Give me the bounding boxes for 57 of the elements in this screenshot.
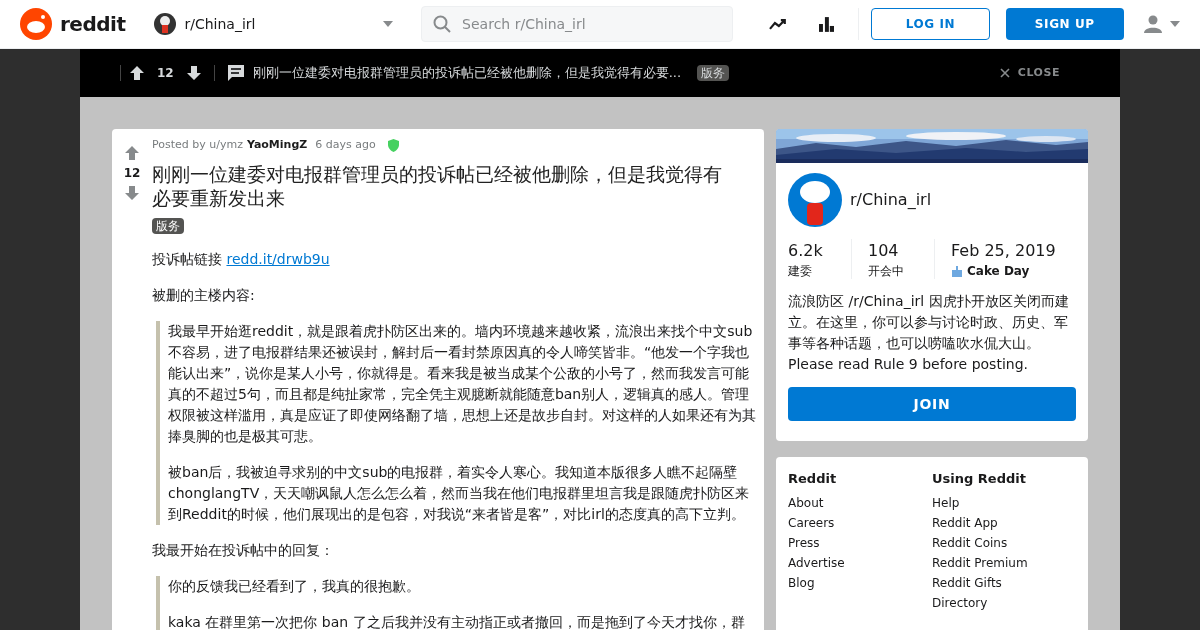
logo-text[interactable]: reddit	[60, 9, 126, 39]
join-button[interactable]: JOIN	[788, 387, 1076, 421]
stat-value: 104	[868, 240, 900, 262]
footer-link[interactable]: Reddit Premium	[932, 552, 1076, 573]
quote-paragraph: 我最早开始逛reddit，就是跟着虎扑防区出来的。墙内环境越来越收紧，流浪出来找个中文sub不容易，进了电报群结果还被误封，解封后一看封禁原因真的令人啼笑皆非。“他发一个字我也能认出来”，说你是某人小号，你就得是。看来我是被当成某个公敌的小号了，然而我发言可能真的不超过5句，而且都是纯扯家常，完全凭主观臆断就能随意ban别人，逻辑真的感人。管理权限被这样滥用，真是应证了即使网络翻了墙，思想上还是故步自封。对这样的人如果还有为其捧臭脚的也是极其可悲。	[168, 321, 756, 446]
quote-paragraph: kaka 在群里第一次把你 ban 了之后我并没有主动指正或者撤回，而是拖到了今天才找你，群	[168, 612, 746, 630]
stat-value: 6.2k	[788, 240, 824, 262]
footer-link[interactable]: Blog	[788, 572, 932, 593]
body-paragraph: 我最开始在投诉帖中的回复：	[152, 540, 335, 560]
vote-count: 12	[157, 65, 174, 81]
community-name[interactable]: r/China_irl	[850, 188, 932, 212]
post-flair: 版务	[697, 65, 730, 81]
stat-label: 开会中	[868, 263, 905, 279]
body-paragraph: 投诉帖链接 redd.it/drwb9u	[152, 249, 331, 269]
upvote-icon[interactable]	[129, 65, 145, 81]
search-icon	[433, 15, 452, 33]
stats-icon[interactable]	[818, 16, 835, 32]
community-description: 流浪防区 /r/China_irl 因虎扑开放区关闭而建立。在这里，你可以参与讨论时政、历史、军事等各种话题，也可以唠嗑吹水侃大山。Please read Rule 9 before posting.	[787, 292, 1070, 374]
footer-link[interactable]: Reddit Coins	[932, 532, 1076, 553]
signup-button[interactable]: SIGN UP	[1005, 8, 1124, 40]
post-flair: 版务	[152, 217, 184, 234]
search-field[interactable]: Search r/China_irl	[421, 6, 733, 42]
close-icon	[999, 68, 1010, 78]
footer-heading: Reddit	[788, 470, 838, 488]
close-button[interactable]: CLOSE	[999, 64, 1060, 82]
posted-by-text: Posted by u/ymz	[152, 137, 243, 153]
post-title: 刚刚一位建委对电报群管理员的投诉帖已经被他删除，但是我觉得有必要重新发出来	[152, 161, 723, 210]
trending-icon[interactable]	[768, 18, 787, 30]
shield-icon	[387, 138, 399, 152]
footer-link[interactable]: Advertise	[788, 552, 932, 573]
comment-icon	[226, 64, 245, 82]
vote-count: 12	[123, 165, 141, 181]
login-button[interactable]: LOG IN	[871, 8, 990, 40]
post-link[interactable]: redd.it/drwb9u	[226, 250, 330, 267]
user-icon	[1144, 15, 1162, 33]
quote-paragraph: 你的反馈我已经看到了，我真的很抱歉。	[168, 576, 421, 596]
stat-value: Feb 25, 2019	[951, 240, 1057, 262]
footer-link[interactable]: Reddit App	[932, 512, 1076, 533]
stat-label: 建委	[788, 263, 813, 279]
quote-paragraph: 被ban后，我被迫寻求别的中文sub的电报群，着实令人寒心。我知道本版很多人瞧不起隔壁chonglangTV，天天嘲讽鼠人怎么怎么着，然而当我在他们电报群里坦言我是跟随虎扑防区来到Reddit的时候，他们展现出的是包容，对我说“来者皆是客”，对比irl的态度真的高下立判。	[168, 462, 751, 524]
user-menu[interactable]	[1144, 15, 1180, 33]
author-link[interactable]: YaoMingZ	[246, 137, 308, 154]
footer-link[interactable]: Directory	[932, 592, 1076, 613]
downvote-icon[interactable]	[185, 65, 202, 81]
footer-heading: Using Reddit	[932, 470, 1027, 488]
body-paragraph: 被删的主楼内容:	[152, 285, 256, 305]
community-dropdown[interactable]: r/China_irl	[154, 13, 402, 35]
footer-link[interactable]: About	[788, 492, 932, 513]
post-title[interactable]: 刚刚一位建委对电报群管理员的投诉帖已经被他删除，但是我觉得有必要...	[252, 63, 682, 83]
post-time: 6 days ago	[315, 137, 376, 153]
footer-link[interactable]: Help	[932, 492, 1076, 513]
caret-icon	[383, 21, 394, 27]
footer-link[interactable]: Reddit Gifts	[932, 572, 1076, 593]
caret-icon	[1170, 21, 1180, 27]
footer-link[interactable]: Careers	[788, 512, 932, 533]
footer-link[interactable]: Press	[788, 532, 932, 553]
stat-label: Cake Day	[967, 263, 1030, 279]
